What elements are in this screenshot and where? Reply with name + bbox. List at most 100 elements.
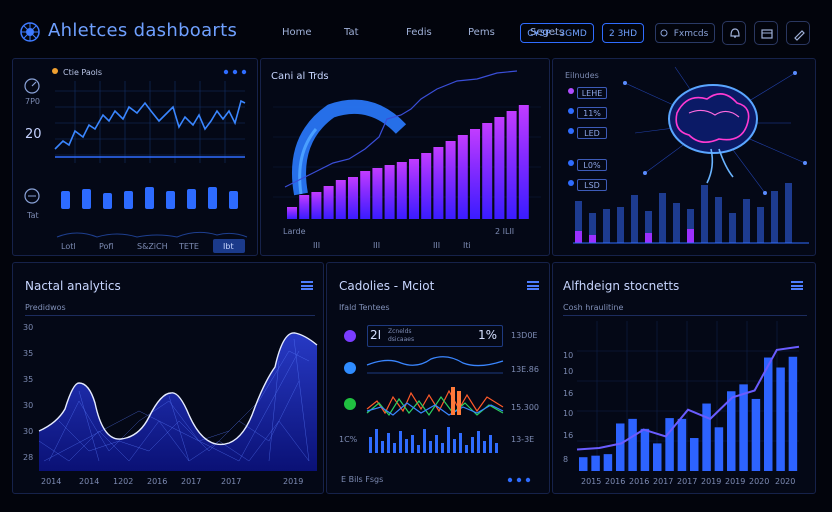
filter-chip-label: Fxmcds: [673, 29, 709, 39]
tab-ibt-label: Ibt: [223, 242, 234, 251]
nav-item-fedis[interactable]: Fedis: [406, 27, 468, 38]
network-area-chart: [38, 332, 318, 471]
card-label: Zcnelds: [388, 328, 412, 335]
x-label-3: III: [373, 241, 381, 250]
legend-dot-2: [568, 108, 574, 114]
calendar-button[interactable]: [754, 21, 778, 45]
stock-bar: [702, 403, 711, 471]
panel-trends: Cani al Trds Larde III III III Iti 2 ILI…: [260, 58, 550, 256]
trend-bar: [323, 186, 334, 219]
pencil-icon: [794, 30, 805, 41]
tab-sazich[interactable]: S&ZiCH: [137, 242, 168, 251]
bell-icon: [730, 28, 740, 38]
trend-bar: [457, 135, 468, 219]
x-label-f-9: 2020: [775, 477, 796, 486]
panel-c-title: Eilnudes: [565, 71, 599, 80]
legend-dot-3: [568, 128, 574, 134]
tab-ibt-active[interactable]: Ibt: [213, 239, 245, 253]
calendar-icon: [761, 29, 773, 39]
category-line-1: [366, 356, 504, 374]
tab-tete[interactable]: TETE: [179, 242, 199, 251]
panel-analytics: Nactal analytics Predidwos 30 35 35 30 3…: [12, 262, 324, 494]
stock-bar: [776, 367, 785, 471]
edit-button[interactable]: [786, 21, 810, 45]
trend-bar: [311, 192, 322, 219]
legend-1: LEHE: [577, 87, 607, 99]
nav-item-home[interactable]: Home: [282, 27, 344, 38]
stock-bar: [764, 357, 773, 471]
x-label-d-7: 2019: [283, 477, 304, 486]
brain-logo-icon: [20, 22, 40, 42]
legend-dot-1: [568, 88, 574, 94]
tab-lotl[interactable]: Lotl: [61, 242, 76, 251]
date-range-button[interactable]: C¥3P - 3GMD: [520, 23, 594, 43]
panel-a-title: Ctie Paols: [63, 68, 103, 77]
stock-bar: [579, 457, 588, 471]
x-label-f-4: 2017: [653, 477, 674, 486]
stock-bar: [616, 423, 625, 471]
category-card-1[interactable]: 2I Zcnelds dsicaaes 1%: [367, 325, 503, 347]
x-label-f-7: 2019: [725, 477, 746, 486]
panel-f-menu-icon[interactable]: [791, 281, 803, 290]
x-label-d-2: 2014: [79, 477, 100, 486]
filter-icon: [660, 29, 668, 37]
category-left-label: 1C%: [339, 435, 358, 444]
stock-bar: [739, 384, 748, 471]
category-icon-1: [344, 330, 356, 342]
card-sub: dsicaaes: [388, 336, 415, 343]
card-value: 2I: [370, 328, 382, 342]
y-label-f-2: 10: [563, 367, 574, 376]
panel-neural: Eilnudes LEHE 11% LED L0% LSD: [552, 58, 816, 256]
gauge-icon: [24, 188, 40, 204]
tab-pofl[interactable]: Pofl: [99, 242, 113, 251]
category-bars: [369, 427, 498, 453]
legend-3: LED: [577, 127, 607, 139]
panel-f-divider: [563, 315, 807, 316]
trend-bar: [518, 105, 529, 219]
y-label-f-4: 10: [563, 409, 574, 418]
trend-bar: [360, 171, 371, 219]
panel-f-subtitle: Cosh hraulitine: [563, 303, 624, 312]
y-label-2: 35: [23, 349, 34, 358]
panel-e-menu-icon[interactable]: [527, 281, 539, 290]
trend-bar: [409, 159, 419, 219]
right-label-2: 13E.86: [511, 365, 539, 374]
x-label-1: Larde: [283, 227, 306, 236]
x-label-2: III: [313, 241, 321, 250]
stock-bar: [690, 438, 699, 471]
x-label-f-5: 2017: [677, 477, 698, 486]
panel-performance: Ctie Paols 7P0 20 Tat Lotl Pofl S&ZiCH T…: [12, 58, 258, 256]
y-label-f-6: 8: [563, 455, 569, 464]
nav-item-tat[interactable]: Tat: [344, 27, 406, 38]
stock-bar: [714, 427, 724, 471]
x-label-4: III: [433, 241, 441, 250]
y-label-6: 28: [23, 453, 34, 462]
stock-bar: [665, 418, 674, 471]
trend-bar: [335, 180, 346, 219]
x-label-f-1: 2015: [581, 477, 602, 486]
stocks-chart: [576, 321, 800, 471]
x-label-f-6: 2019: [701, 477, 722, 486]
legend-2: 11%: [577, 107, 607, 119]
flame-icon: [52, 68, 58, 74]
panel-d-subtitle: Predidwos: [25, 303, 66, 312]
x-label-d-4: 2016: [147, 477, 168, 486]
category-icon-2: [344, 362, 356, 374]
notifications-button[interactable]: [722, 21, 746, 45]
panel-d-menu-icon[interactable]: [301, 281, 313, 290]
trend-bar: [482, 123, 493, 219]
performance-line-chart: [54, 81, 246, 163]
card-pct: 1%: [478, 328, 498, 342]
y-label-5: 30: [23, 427, 34, 436]
x-label-6: 2 ILII: [495, 227, 515, 236]
side-label-3: Tat: [27, 211, 39, 220]
period-button[interactable]: 2 3HD: [602, 23, 644, 43]
trend-bar: [299, 195, 310, 219]
top-bar: Ahletces dashboarts Home Tat Fedis Pems …: [0, 0, 832, 56]
more-options-icon[interactable]: [223, 69, 253, 75]
trend-bar: [494, 117, 505, 219]
trend-bar: [372, 168, 383, 219]
y-label-f-5: 16: [563, 431, 574, 440]
pager-dots-icon[interactable]: [507, 477, 537, 483]
x-label-f-2: 2016: [605, 477, 626, 486]
